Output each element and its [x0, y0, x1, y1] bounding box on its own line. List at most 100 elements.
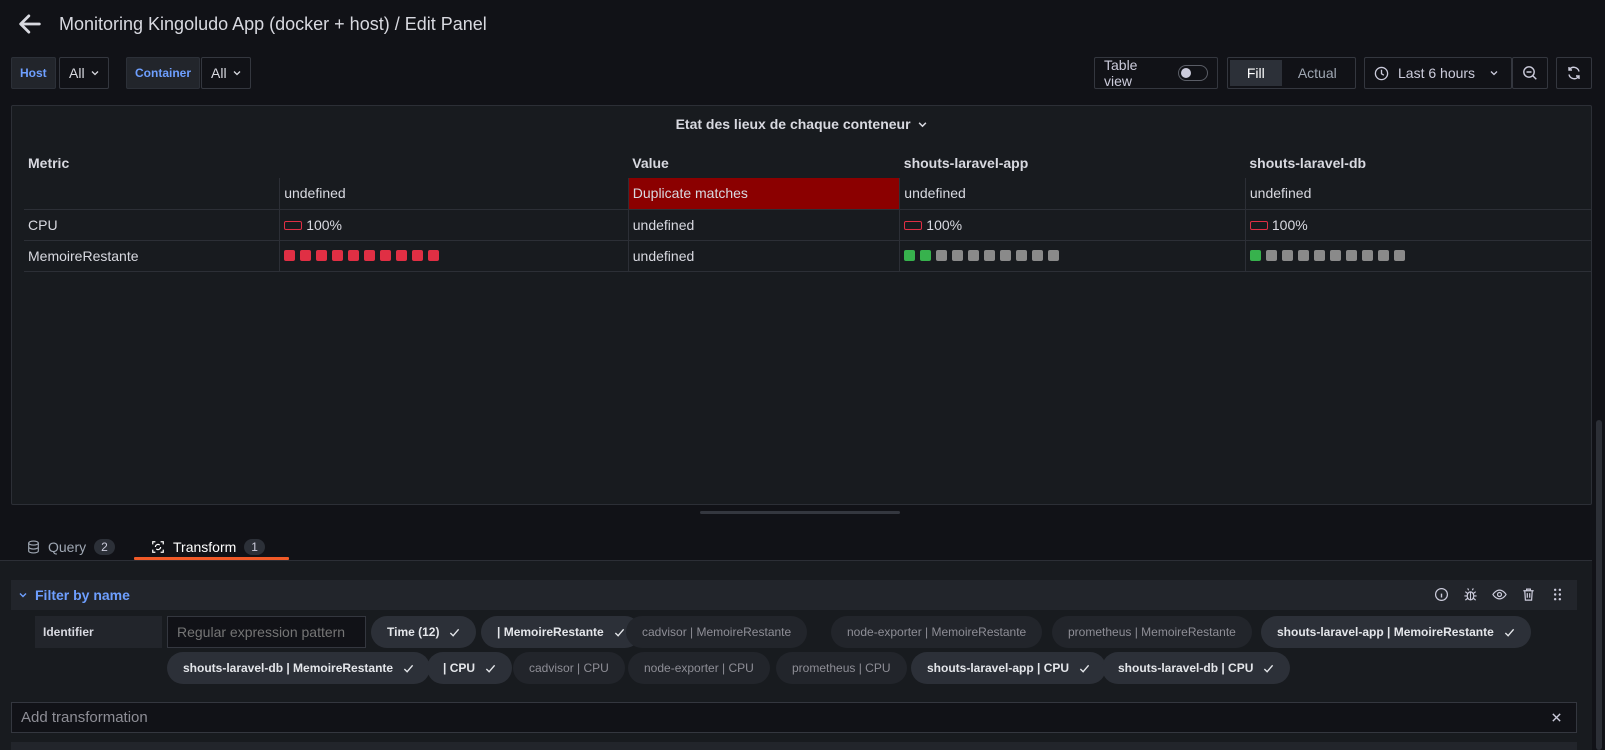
check-icon: [1504, 628, 1514, 637]
chip-label: prometheus | MemoireRestante: [1068, 625, 1236, 639]
actual-button[interactable]: Actual: [1282, 60, 1353, 86]
led-cell: [1281, 250, 1293, 261]
field-chip[interactable]: cadvisor | MemoireRestante: [626, 616, 808, 648]
table-row: MemoireRestante undefined: [24, 240, 1591, 272]
led-cell: [316, 250, 328, 261]
variable-select-host[interactable]: All: [59, 57, 109, 89]
page-title: Monitoring Kingoludo App (docker + host)…: [59, 14, 487, 34]
led-cell: [1345, 250, 1357, 261]
led-gauge: [284, 250, 624, 261]
field-chip[interactable]: shouts-laravel-app | CPU: [911, 652, 1107, 684]
table-cell-gauge: 100%: [1245, 209, 1591, 241]
led-cell: [920, 250, 932, 261]
check-icon: [1264, 664, 1274, 673]
fill-actual-group: Fill Actual: [1227, 57, 1356, 89]
chevron-down-icon[interactable]: [19, 591, 27, 599]
identifier-label: Identifier: [35, 616, 162, 648]
add-transformation-input[interactable]: Add transformation: [11, 702, 1577, 733]
refresh-icon: [1568, 66, 1580, 80]
field-chip[interactable]: prometheus | MemoireRestante: [1052, 616, 1252, 648]
clock-icon: [1374, 66, 1389, 80]
panel-title[interactable]: Etat des lieux de chaque conteneur: [12, 116, 1591, 132]
refresh-button[interactable]: [1556, 57, 1592, 89]
column-header-value[interactable]: Value: [628, 148, 900, 178]
variable-value-container: All: [211, 65, 227, 81]
table-cell: undefined: [279, 178, 629, 210]
table-cell: MemoireRestante: [24, 240, 281, 272]
data-table: Metric Value shouts-laravel-app shouts-l…: [24, 148, 1591, 272]
variable-select-container[interactable]: All: [201, 57, 251, 89]
led-gauge-cell: [1245, 240, 1591, 272]
gauge-bar-icon: [284, 221, 303, 231]
tab-transform-label: Transform: [173, 539, 237, 555]
chip-label: node-exporter | CPU: [644, 661, 754, 675]
trash-icon[interactable]: [1521, 587, 1536, 602]
field-chip[interactable]: | CPU: [427, 652, 513, 684]
panel-preview: Etat des lieux de chaque conteneur Metri…: [11, 105, 1592, 505]
field-chip[interactable]: shouts-laravel-app | MemoireRestante: [1261, 616, 1531, 648]
zoom-out-button[interactable]: [1512, 57, 1548, 89]
fill-button[interactable]: Fill: [1230, 60, 1282, 86]
chevron-down-icon: [233, 71, 241, 76]
led-cell: [1016, 250, 1028, 261]
time-range-picker[interactable]: Last 6 hours: [1364, 57, 1512, 89]
back-arrow-icon[interactable]: [16, 10, 44, 38]
led-gauge-cell: [279, 240, 629, 272]
check-icon: [485, 664, 496, 673]
led-cell: [412, 250, 424, 261]
panel-title-text: Etat des lieux de chaque conteneur: [675, 116, 911, 132]
check-icon: [614, 628, 624, 637]
table-header-row: Metric Value shouts-laravel-app shouts-l…: [24, 148, 1591, 178]
table-cell: undefined: [1245, 178, 1591, 210]
field-chip[interactable]: shouts-laravel-db | CPU: [1102, 652, 1291, 684]
led-cell: [1048, 250, 1060, 261]
table-cell: [24, 178, 281, 210]
add-transformation-placeholder: Add transformation: [21, 709, 148, 726]
transformation-actions: [1434, 587, 1565, 602]
table-view-label: Table view: [1104, 57, 1138, 89]
next-section-edge: [11, 742, 1577, 750]
chevron-down-icon: [1490, 71, 1498, 76]
bug-icon[interactable]: [1463, 587, 1478, 602]
field-chip[interactable]: cadvisor | CPU: [513, 652, 625, 684]
chip-label: | MemoireRestante: [497, 625, 604, 639]
led-cell: [1313, 250, 1325, 261]
eye-icon[interactable]: [1492, 587, 1507, 602]
table-cell: undefined: [628, 240, 901, 272]
tab-query[interactable]: Query 2: [27, 532, 115, 562]
gauge-value: 100%: [1271, 216, 1308, 233]
panel-resize-handle[interactable]: [700, 511, 900, 514]
drag-handle-icon[interactable]: [1550, 587, 1565, 602]
switch-knob: [1181, 68, 1192, 78]
scrollbar[interactable]: [1596, 420, 1602, 750]
close-icon[interactable]: [1551, 712, 1562, 723]
info-icon[interactable]: [1434, 587, 1449, 602]
tab-query-label: Query: [48, 539, 87, 555]
column-header-metric[interactable]: Metric: [24, 148, 280, 178]
led-cell: [1377, 250, 1389, 261]
field-chip[interactable]: shouts-laravel-db | MemoireRestante: [167, 652, 431, 684]
led-gauge-cell: [899, 240, 1246, 272]
regex-pattern-input[interactable]: [167, 616, 366, 648]
table-cell: CPU: [24, 209, 281, 241]
column-header-db[interactable]: shouts-laravel-db: [1245, 148, 1591, 178]
column-header-blank[interactable]: [280, 148, 629, 178]
chip-label: shouts-laravel-db | CPU: [1118, 661, 1254, 675]
field-chip[interactable]: node-exporter | CPU: [628, 652, 770, 684]
chevron-down-icon: [91, 71, 99, 76]
led-cell: [1000, 250, 1012, 261]
transform-icon: [152, 541, 164, 553]
field-chip[interactable]: node-exporter | MemoireRestante: [831, 616, 1043, 648]
field-chip[interactable]: prometheus | CPU: [776, 652, 907, 684]
chip-label: shouts-laravel-db | MemoireRestante: [183, 661, 394, 675]
table-view-switch[interactable]: [1178, 65, 1208, 81]
column-header-app[interactable]: shouts-laravel-app: [900, 148, 1246, 178]
field-chip[interactable]: Time (12): [371, 616, 477, 648]
active-tab-indicator: [134, 557, 289, 560]
transformation-header[interactable]: Filter by name: [11, 580, 1577, 610]
field-chip[interactable]: | MemoireRestante: [481, 616, 641, 648]
led-cell: [300, 250, 312, 261]
check-icon: [1079, 664, 1090, 673]
table-view-toggle[interactable]: Table view: [1094, 57, 1218, 89]
chip-label: cadvisor | CPU: [529, 661, 609, 675]
